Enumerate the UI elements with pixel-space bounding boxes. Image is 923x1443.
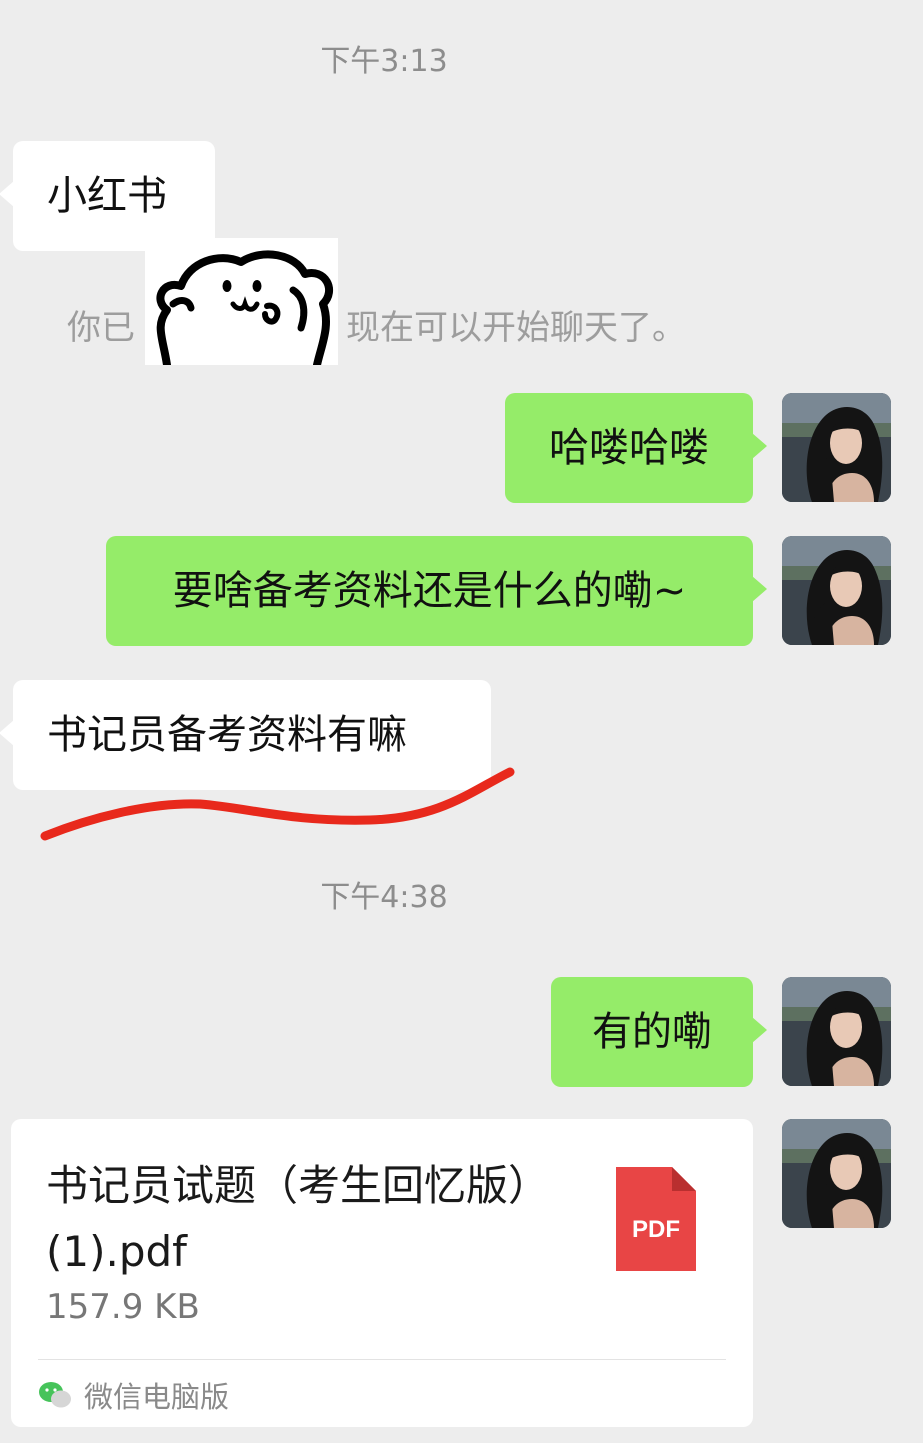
file-source: 微信电脑版 <box>38 1374 229 1416</box>
user-avatar-photo-icon <box>782 536 891 645</box>
file-message-card[interactable]: 书记员试题（考生回忆版）(1).pdf 157.9 KB PDF 微信电脑版 <box>11 1119 753 1427</box>
message-text: 书记员备考资料有嘛 <box>47 712 407 758</box>
cartoon-bear-sticker-icon <box>156 250 333 365</box>
message-text: 要啥备考资料还是什么的嘞~ <box>172 568 687 614</box>
avatar[interactable] <box>782 977 891 1086</box>
avatar[interactable] <box>782 1119 891 1228</box>
avatar[interactable] <box>782 536 891 645</box>
file-name: 书记员试题（考生回忆版）(1).pdf <box>46 1161 551 1276</box>
pdf-file-icon: PDF <box>616 1167 696 1271</box>
system-notice-prefix: 你已 <box>67 308 135 348</box>
message-text: 小红书 <box>47 173 167 219</box>
message-bubble-outgoing[interactable]: 哈喽哈喽 <box>505 393 767 503</box>
divider <box>38 1359 726 1360</box>
user-avatar-photo-icon <box>782 977 891 1086</box>
pdf-icon-label: PDF <box>632 1216 680 1243</box>
avatar[interactable] <box>782 393 891 502</box>
system-notice-suffix: 现在可以开始聊天了。 <box>346 308 686 348</box>
file-size: 157.9 KB <box>46 1287 200 1327</box>
message-bubble-outgoing[interactable]: 要啥备考资料还是什么的嘞~ <box>106 536 767 646</box>
message-text: 哈喽哈喽 <box>549 425 709 471</box>
file-source-label: 微信电脑版 <box>84 1380 230 1414</box>
message-bubble-outgoing[interactable]: 有的嘞 <box>551 977 767 1087</box>
user-avatar-photo-icon <box>782 393 891 502</box>
message-bubble-incoming[interactable]: 小红书 <box>0 141 215 251</box>
wechat-icon <box>39 1382 71 1408</box>
bear-sticker[interactable] <box>145 238 338 365</box>
message-bubble-incoming[interactable]: 书记员备考资料有嘛 <box>0 680 491 790</box>
timestamp: 下午4:38 <box>320 880 448 915</box>
message-text: 有的嘞 <box>592 1009 712 1055</box>
timestamp: 下午3:13 <box>320 44 448 79</box>
user-avatar-photo-icon <box>782 1119 891 1228</box>
